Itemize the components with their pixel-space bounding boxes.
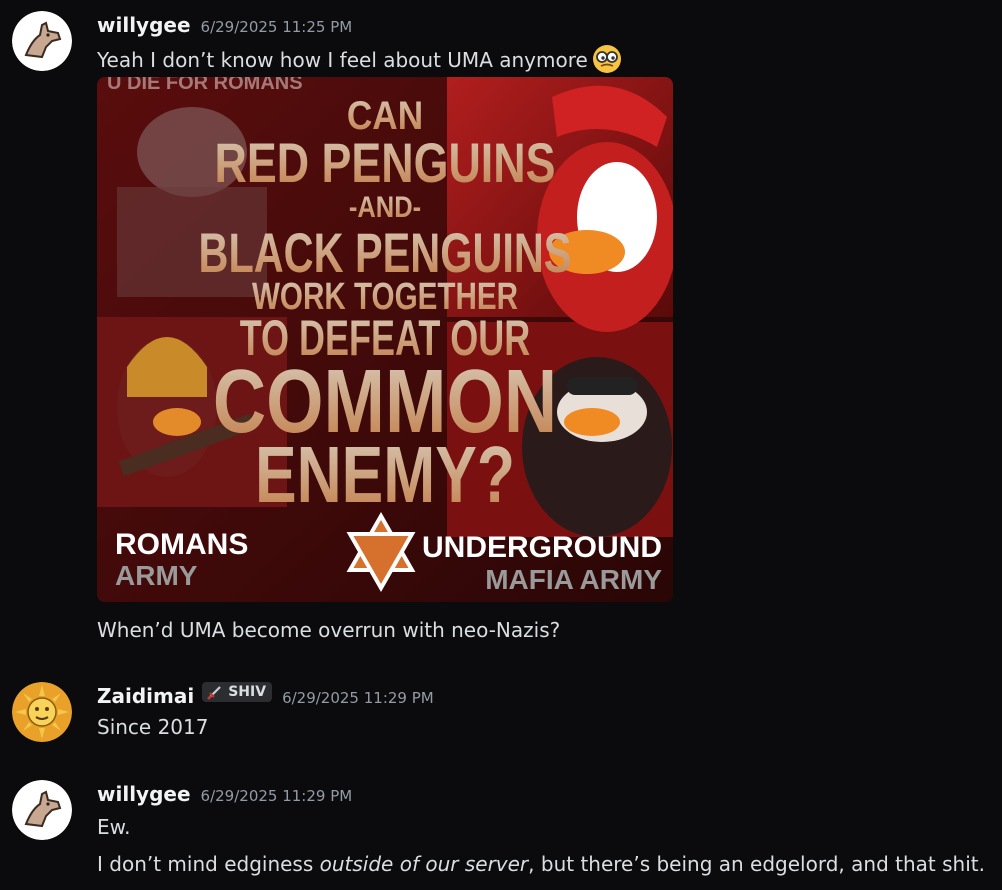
poster-line-2: RED PENGUINS: [215, 131, 556, 194]
username[interactable]: willygee: [97, 782, 191, 806]
avatar[interactable]: [12, 682, 72, 742]
nerd-face-emoji-icon[interactable]: [592, 44, 622, 74]
right-label-2: MAFIA ARMY: [485, 564, 662, 595]
llama-avatar-icon: [12, 11, 72, 71]
left-label-2: ARMY: [115, 560, 198, 591]
timestamp[interactable]: 6/29/2025 11:29 PM: [201, 787, 353, 805]
poster-top-text: U DIE FOR ROMANS: [107, 77, 303, 94]
emphasized-text: outside of our server: [319, 852, 529, 876]
image-attachment[interactable]: U DIE FOR ROMANS CAN RED PENGUINS -AND- …: [97, 77, 673, 602]
message-text: Yeah I don’t know how I feel about UMA a…: [97, 44, 622, 74]
poster-line-3: -AND-: [349, 190, 421, 223]
message-content: , but there’s being an edgelord, and tha…: [528, 852, 985, 876]
right-label-1: UNDERGROUND: [422, 531, 662, 564]
message-text: I don’t mind edginess outside of our ser…: [97, 852, 985, 876]
poster-line-8: ENEMY?: [255, 431, 515, 520]
left-label-1: ROMANS: [115, 528, 248, 561]
message-content: Yeah I don’t know how I feel about UMA a…: [97, 48, 588, 72]
avatar[interactable]: [12, 11, 72, 71]
timestamp[interactable]: 6/29/2025 11:25 PM: [201, 18, 353, 36]
username[interactable]: Zaidimai: [97, 684, 194, 708]
avatar[interactable]: [12, 780, 72, 840]
dagger-icon: [207, 686, 221, 700]
username[interactable]: willygee: [97, 13, 191, 37]
sun-face-avatar-icon: [12, 682, 72, 742]
role-badge[interactable]: SHIV: [202, 682, 273, 702]
timestamp[interactable]: 6/29/2025 11:29 PM: [282, 689, 434, 707]
message-content: I don’t mind edginess: [97, 852, 320, 876]
message-text: When’d UMA become overrun with neo-Nazis…: [97, 618, 561, 642]
message-text: Ew.: [97, 815, 131, 839]
penguin-poster-image: U DIE FOR ROMANS CAN RED PENGUINS -AND- …: [97, 77, 673, 602]
message-text: Since 2017: [97, 715, 209, 739]
llama-avatar-icon: [12, 780, 72, 840]
role-badge-label: SHIV: [228, 684, 267, 700]
